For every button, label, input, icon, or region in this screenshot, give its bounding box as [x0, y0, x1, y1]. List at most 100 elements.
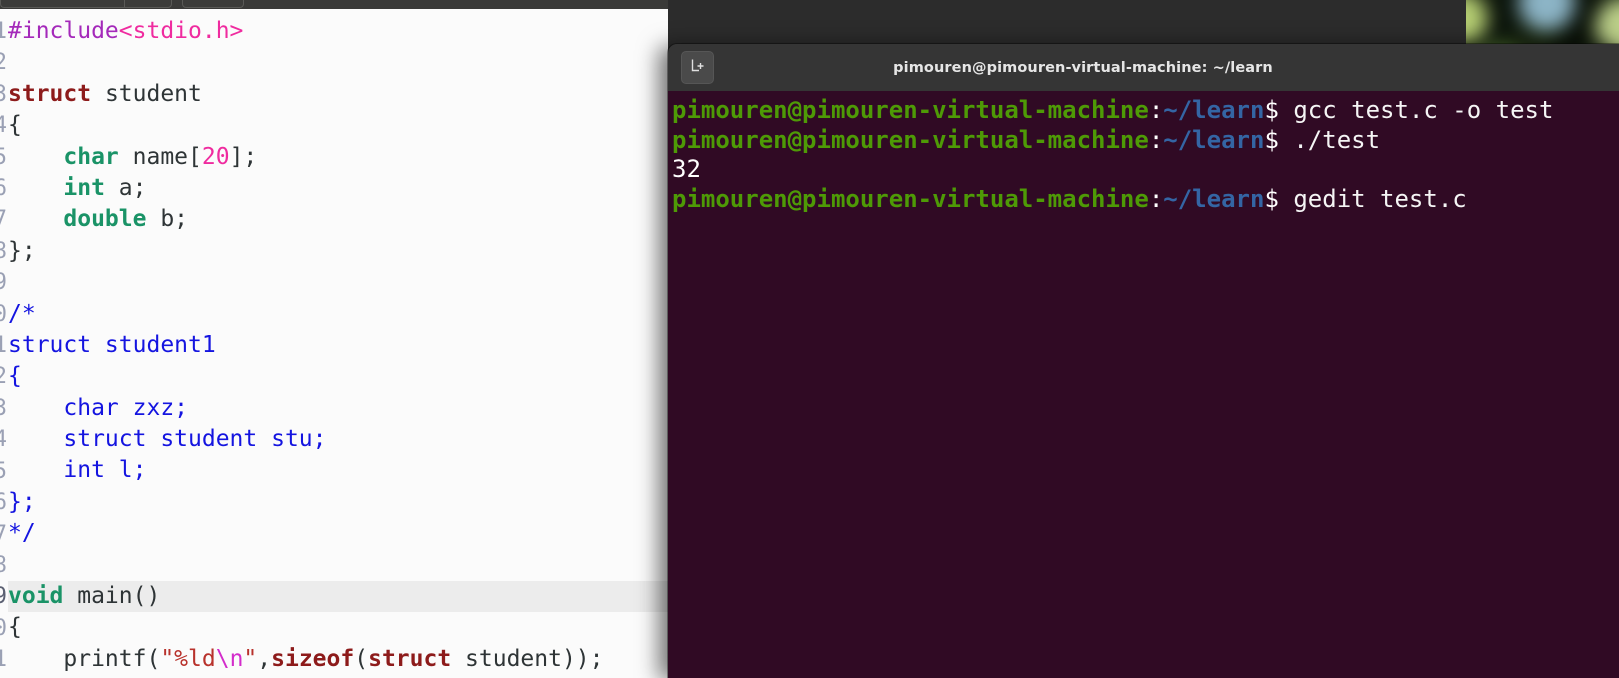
code-line[interactable]: struct student1	[8, 330, 668, 361]
code-token: void	[8, 583, 64, 610]
code-editor-area[interactable]: #include<stdio.h> struct student{ char n…	[8, 16, 668, 678]
save-file-button[interactable]	[182, 0, 244, 8]
code-line[interactable]: struct student stu;	[8, 424, 668, 455]
code-token: <stdio.h>	[118, 18, 244, 44]
code-line[interactable]: {	[8, 612, 668, 643]
code-line[interactable]: {	[8, 361, 668, 392]
code-token: };	[8, 488, 36, 515]
code-token: */	[8, 520, 36, 547]
code-line[interactable]: */	[8, 518, 668, 549]
code-line[interactable]	[8, 47, 668, 78]
terminal-command-line: pimouren@pimouren-virtual-machine:~/lear…	[672, 96, 1619, 126]
line-number: 12	[0, 364, 7, 390]
code-token: \n	[215, 645, 244, 672]
code-line[interactable]: char zxz;	[8, 393, 668, 424]
prompt-user-host: pimouren@pimouren-virtual-machine	[672, 184, 1149, 213]
code-line[interactable]: char name[20];	[8, 142, 668, 173]
line-number: 9	[0, 270, 7, 296]
line-number: 13	[0, 395, 7, 421]
code-line[interactable]: void main()	[8, 581, 668, 613]
code-token: ];	[229, 143, 258, 170]
line-number: 6	[0, 176, 7, 202]
prompt-separator: :	[1148, 96, 1164, 124]
desktop-screen: 12345678910111213141516171819202122 #inc…	[0, 0, 1619, 678]
terminal-command-text: gcc test.c -o test	[1278, 96, 1554, 124]
gedit-headerbar	[0, 0, 668, 9]
code-token: {	[8, 363, 22, 390]
code-token: /*	[8, 300, 36, 327]
line-number: 1	[0, 19, 7, 44]
prompt-path: ~/learn	[1163, 125, 1265, 154]
code-token: struct	[8, 80, 92, 107]
line-number: 8	[0, 238, 7, 264]
code-token: "%ld	[160, 645, 216, 672]
code-token: struct student1	[8, 331, 216, 358]
prompt-user-host: pimouren@pimouren-virtual-machine	[672, 96, 1149, 124]
terminal-window[interactable]: pimouren@pimouren-virtual-machine: ~/lea…	[668, 44, 1619, 678]
code-line[interactable]: };	[8, 236, 668, 267]
gedit-document-view[interactable]: 12345678910111213141516171819202122 #inc…	[0, 9, 668, 678]
code-token: struct	[368, 645, 452, 672]
code-token: int l;	[8, 457, 147, 484]
open-file-button[interactable]	[0, 0, 124, 8]
prompt-dollar: $	[1264, 125, 1279, 154]
code-token: a;	[104, 174, 147, 201]
code-token: name[	[118, 143, 202, 170]
prompt-path: ~/learn	[1163, 96, 1265, 124]
code-line[interactable]: };	[8, 487, 668, 518]
line-number: 7	[0, 207, 7, 233]
terminal-command-text: gedit test.c	[1278, 184, 1467, 213]
line-number: 16	[0, 490, 7, 516]
line-number-gutter: 12345678910111213141516171819202122	[0, 9, 8, 678]
code-line[interactable]: double b;	[8, 204, 668, 235]
code-line[interactable]: printf("%ld\n",sizeof(struct student));	[8, 644, 668, 675]
code-line[interactable]	[8, 550, 668, 581]
line-number: 18	[0, 552, 7, 578]
code-token: (	[354, 645, 369, 672]
code-token: printf(	[8, 645, 161, 672]
code-token: student	[91, 80, 202, 107]
code-token: sizeof	[271, 645, 355, 672]
line-number: 4	[0, 113, 7, 139]
code-token: ,	[257, 645, 272, 672]
code-token: 20	[201, 143, 230, 170]
code-line[interactable]: {	[8, 110, 668, 141]
terminal-command-line: pimouren@pimouren-virtual-machine:~/lear…	[672, 185, 1619, 215]
line-number: 17	[0, 521, 7, 547]
line-number: 19	[0, 584, 7, 610]
terminal-output-area[interactable]: pimouren@pimouren-virtual-machine:~/lear…	[668, 91, 1619, 678]
code-line[interactable]: /*	[8, 299, 668, 330]
line-number: 20	[0, 615, 7, 641]
line-number: 10	[0, 301, 7, 327]
terminal-output-line: 32	[672, 155, 1619, 185]
code-token: char zxz;	[8, 394, 189, 421]
terminal-titlebar[interactable]: pimouren@pimouren-virtual-machine: ~/lea…	[668, 44, 1619, 91]
line-number: 11	[0, 333, 7, 359]
open-file-menu-button[interactable]	[124, 0, 172, 8]
terminal-command-line: pimouren@pimouren-virtual-machine:~/lear…	[672, 126, 1619, 156]
code-token: {	[8, 614, 22, 641]
line-number: 14	[0, 427, 7, 453]
terminal-output-text: 32	[672, 155, 701, 183]
line-number: 2	[0, 50, 7, 76]
gedit-window[interactable]: 12345678910111213141516171819202122 #inc…	[0, 0, 668, 678]
code-token: int	[63, 174, 105, 201]
code-token: double	[63, 206, 147, 233]
code-line[interactable]	[8, 267, 668, 298]
code-token: };	[8, 237, 36, 264]
code-token: {	[8, 112, 22, 139]
prompt-dollar: $	[1264, 184, 1279, 213]
code-line[interactable]: int l;	[8, 455, 668, 486]
code-token: struct student stu;	[8, 426, 327, 453]
line-number: 3	[0, 81, 7, 107]
code-token: #include	[8, 18, 119, 44]
code-line[interactable]: #include<stdio.h>	[8, 16, 668, 47]
line-number: 15	[0, 458, 7, 484]
prompt-path: ~/learn	[1163, 184, 1265, 213]
code-line[interactable]: struct student	[8, 79, 668, 110]
code-line[interactable]: int a;	[8, 173, 668, 204]
code-token: b;	[146, 206, 189, 233]
